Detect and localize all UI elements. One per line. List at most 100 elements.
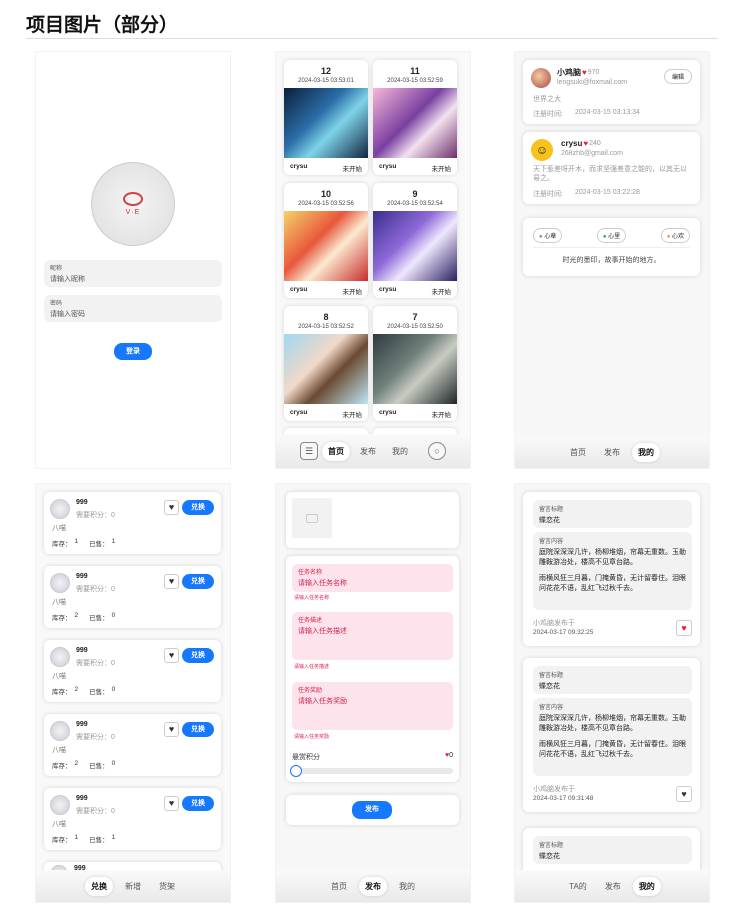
task-number: 11 xyxy=(410,66,420,76)
edit-button[interactable]: 编辑 xyxy=(663,69,692,84)
heart-button[interactable]: ♥ xyxy=(164,722,179,737)
login-button[interactable]: 登录 xyxy=(114,343,152,360)
reward-card: 999 需要积分：0 ♥ 兑换 八喵 库存： 1 已售： 1 xyxy=(44,492,221,554)
exchange-button[interactable]: 兑换 xyxy=(182,722,214,737)
heart-button[interactable]: ♥ xyxy=(164,500,179,515)
task-date: 2024-03-15 03:52:56 xyxy=(298,201,354,207)
task-reward-input[interactable]: 请输入任务奖励 xyxy=(298,696,447,706)
tab-mine[interactable]: 我的 xyxy=(632,876,661,896)
search-icon[interactable]: ○ xyxy=(428,442,446,460)
task-card[interactable]: 12 2024-03-15 03:53:01 crysu 未开始 xyxy=(284,60,368,175)
tab-add[interactable]: 新增 xyxy=(119,877,147,896)
dot-icon: ● xyxy=(539,234,543,240)
nickname-field[interactable]: 昵称 请输入昵称 xyxy=(44,260,222,287)
task-image xyxy=(373,88,457,158)
heart-button[interactable]: ♥ xyxy=(164,574,179,589)
task-desc-input[interactable]: 请输入任务描述 xyxy=(298,626,447,636)
tab-mine[interactable]: 我的 xyxy=(632,442,660,462)
password-field[interactable]: 密码 请输入密码 xyxy=(44,295,222,322)
task-user: crysu xyxy=(379,286,397,293)
tab-home[interactable]: 首页 xyxy=(564,443,592,462)
task-reward-field[interactable]: 任务奖励 请输入任务奖励 xyxy=(292,682,453,730)
task-image xyxy=(373,211,457,281)
image-upload-card[interactable] xyxy=(286,492,459,548)
field-label: 任务名称 xyxy=(298,570,323,576)
task-card[interactable]: 8 2024-03-15 03:52:52 crysu 未开始 xyxy=(284,306,368,421)
exchange-button[interactable]: 兑换 xyxy=(182,500,214,515)
task-desc-field[interactable]: 任务描述 请输入任务描述 xyxy=(292,612,453,660)
task-card[interactable]: 10 2024-03-15 03:52:56 crysu 未开始 xyxy=(284,183,368,298)
title-box: 留言标题 蝶恋花 xyxy=(533,500,692,528)
reward-card: 999 需要积分：0 ♥ 兑换 八喵 库存： 1 已售： 1 xyxy=(44,788,221,850)
heart-button[interactable]: ♥ xyxy=(164,648,179,663)
heart-icon: ♥ xyxy=(681,789,687,799)
reward-need: 需要积分：0 xyxy=(76,586,115,593)
task-number: 7 xyxy=(412,312,418,322)
nickname-label: 昵称 xyxy=(50,266,63,272)
tab-publish[interactable]: 发布 xyxy=(359,876,387,896)
exchange-button[interactable]: 兑换 xyxy=(182,648,214,663)
tab-goods[interactable]: 货架 xyxy=(153,877,181,896)
heart-icon: ♥ xyxy=(582,68,587,77)
task-name-input[interactable]: 请输入任务名称 xyxy=(298,578,447,588)
task-date: 2024-03-15 03:52:52 xyxy=(298,324,354,330)
task-date: 2024-03-15 03:53:01 xyxy=(298,78,354,84)
heart-icon: ♥ xyxy=(583,139,589,148)
image-placeholder[interactable] xyxy=(292,498,332,538)
slider-handle[interactable] xyxy=(290,765,302,777)
title-box: 留言标题 蝶恋花 xyxy=(533,666,692,694)
mood-card: ● 心章 ● 心里 ● 心欢 时光的墨印，故事开始的地方。 xyxy=(523,218,700,276)
post-time: 2024-03-17 09:31:48 xyxy=(533,795,594,802)
tab-home[interactable]: 首页 xyxy=(322,441,350,461)
bottom-nav: 兑换 新增 货架 xyxy=(36,870,230,902)
message-card: 留言标题 蝶恋花 留言内容 庭院深深深几许，杨柳堆烟，帘幕无重数。玉勒雕鞍游冶处… xyxy=(523,658,700,812)
reward-need: 需要积分：0 xyxy=(76,734,115,741)
message-card: 留言标题 蝶恋花 留言内容 庭院深深深几许，杨柳堆烟，帘幕无重数。玉勒雕鞍游冶处… xyxy=(523,492,700,646)
like-button[interactable]: ♥ xyxy=(676,620,692,636)
content-label: 留言内容 xyxy=(539,539,564,545)
tab-ta[interactable]: TA的 xyxy=(563,877,593,896)
bottom-nav: 首页 发布 我的 xyxy=(515,436,709,468)
password-input[interactable]: 请输入密码 xyxy=(50,309,216,319)
mood-chip[interactable]: ● 心欢 xyxy=(660,228,690,243)
reward-name: 999 xyxy=(76,573,88,580)
exchange-button[interactable]: 兑换 xyxy=(182,574,214,589)
reward-card: 999 需要积分：0 ♥ 兑换 八喵 库存： 2 已售： 0 xyxy=(44,714,221,776)
heart-icon: ♥ xyxy=(168,724,175,734)
avatar xyxy=(50,499,70,519)
task-name-field[interactable]: 任务名称 请输入任务名称 xyxy=(292,564,453,592)
exchange-button[interactable]: 兑换 xyxy=(182,796,214,811)
task-date: 2024-03-15 03:52:59 xyxy=(387,78,443,84)
tab-exchange[interactable]: 兑换 xyxy=(85,876,113,896)
list-icon[interactable]: ☰ xyxy=(300,442,318,460)
logo-text: V·E xyxy=(125,209,141,216)
task-card[interactable]: 7 2024-03-15 03:52:50 crysu 未开始 xyxy=(373,306,457,421)
tab-mine[interactable]: 我的 xyxy=(386,442,414,461)
mood-chip[interactable]: ● 心章 xyxy=(533,228,563,243)
tab-publish[interactable]: 发布 xyxy=(354,442,382,461)
message-para: 庭院深深深几许，杨柳堆烟，帘幕无重数。玉勒雕鞍游冶处，楼高不见章台路。 xyxy=(539,549,686,566)
like-button[interactable]: ♥ xyxy=(676,786,692,802)
task-number: 12 xyxy=(320,66,331,76)
task-card[interactable]: 11 2024-03-15 03:52:59 crysu 未开始 xyxy=(373,60,457,175)
tab-publish[interactable]: 发布 xyxy=(598,443,626,462)
sold-value: 0 xyxy=(111,612,116,619)
heart-button[interactable]: ♥ xyxy=(164,796,179,811)
task-image xyxy=(284,211,368,281)
mood-chip[interactable]: ● 心里 xyxy=(596,228,627,243)
nickname-input[interactable]: 请输入昵称 xyxy=(50,274,216,284)
sold-value: 1 xyxy=(111,538,116,545)
publish-button[interactable]: 发布 xyxy=(352,801,392,819)
stock-label: 库存： xyxy=(52,837,72,844)
reward-need: 需要积分：0 xyxy=(76,660,115,667)
points-slider[interactable] xyxy=(290,765,453,777)
reward-name: 999 xyxy=(76,499,88,506)
task-number: 9 xyxy=(412,189,418,199)
task-card[interactable]: 9 2024-03-15 03:52:54 crysu 未开始 xyxy=(373,183,457,298)
avatar xyxy=(50,721,70,741)
task-list-screen: 12 2024-03-15 03:53:01 crysu 未开始 11 2024… xyxy=(276,52,470,468)
tab-publish[interactable]: 发布 xyxy=(599,877,627,896)
tab-mine[interactable]: 我的 xyxy=(393,877,421,896)
tab-home[interactable]: 首页 xyxy=(325,877,353,896)
reg-time: 2024-03-15 03:13:34 xyxy=(574,109,640,116)
